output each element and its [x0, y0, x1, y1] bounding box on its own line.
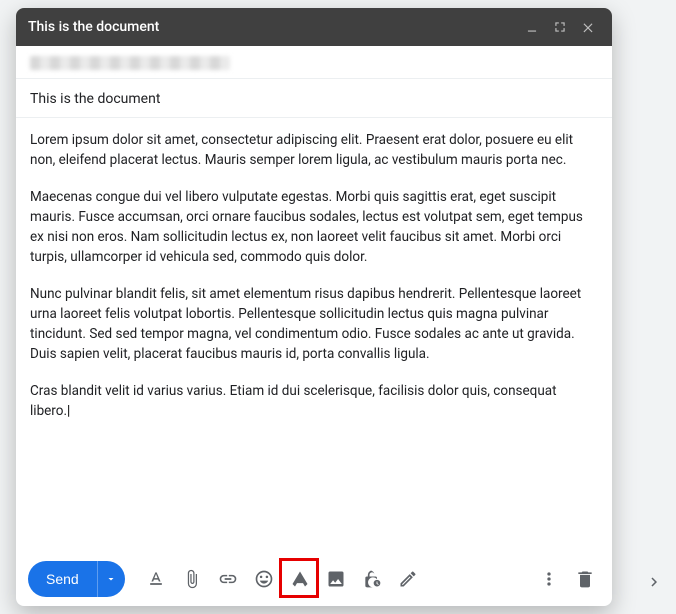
text-format-icon	[146, 569, 166, 589]
caret-down-icon	[105, 573, 117, 585]
emoji-button[interactable]	[249, 564, 279, 594]
minimize-button[interactable]	[520, 15, 544, 39]
image-button[interactable]	[321, 564, 351, 594]
minimize-icon	[525, 20, 539, 34]
expand-icon	[553, 20, 567, 34]
subject-field[interactable]: This is the document	[16, 79, 612, 118]
body-paragraph: Cras blandit velit id varius varius. Eti…	[30, 381, 598, 422]
discard-button[interactable]	[570, 564, 600, 594]
lock-clock-icon	[362, 569, 382, 589]
link-button[interactable]	[213, 564, 243, 594]
recipients-row[interactable]	[16, 46, 612, 79]
send-button-group: Send	[28, 561, 125, 597]
drive-button[interactable]	[285, 564, 315, 594]
formatting-button[interactable]	[141, 564, 171, 594]
chevron-right-icon	[645, 573, 663, 591]
attach-button[interactable]	[177, 564, 207, 594]
paperclip-icon	[182, 569, 202, 589]
close-icon	[581, 20, 595, 34]
more-vert-icon	[539, 569, 559, 589]
compose-window: This is the document This is the documen…	[16, 8, 612, 606]
compose-toolbar: Send	[16, 554, 612, 606]
body-paragraph: Nunc pulvinar blandit felis, sit amet el…	[30, 284, 598, 365]
more-options-button[interactable]	[534, 564, 564, 594]
send-options-button[interactable]	[97, 561, 125, 597]
body-paragraph: Lorem ipsum dolor sit amet, consectetur …	[30, 130, 598, 171]
pen-icon	[398, 569, 418, 589]
side-panel-toggle[interactable]	[640, 568, 668, 596]
confidential-button[interactable]	[357, 564, 387, 594]
emoji-icon	[254, 569, 274, 589]
signature-button[interactable]	[393, 564, 423, 594]
message-body[interactable]: Lorem ipsum dolor sit amet, consectetur …	[16, 118, 612, 554]
image-icon	[326, 569, 346, 589]
recipient-chip-redacted	[30, 56, 230, 70]
drive-icon	[290, 569, 310, 589]
close-button[interactable]	[576, 15, 600, 39]
link-icon	[218, 569, 238, 589]
window-titlebar: This is the document	[16, 8, 612, 46]
fullscreen-button[interactable]	[548, 15, 572, 39]
send-button[interactable]: Send	[28, 561, 97, 597]
trash-icon	[575, 569, 595, 589]
body-paragraph: Maecenas congue dui vel libero vulputate…	[30, 187, 598, 268]
window-title: This is the document	[28, 19, 516, 35]
